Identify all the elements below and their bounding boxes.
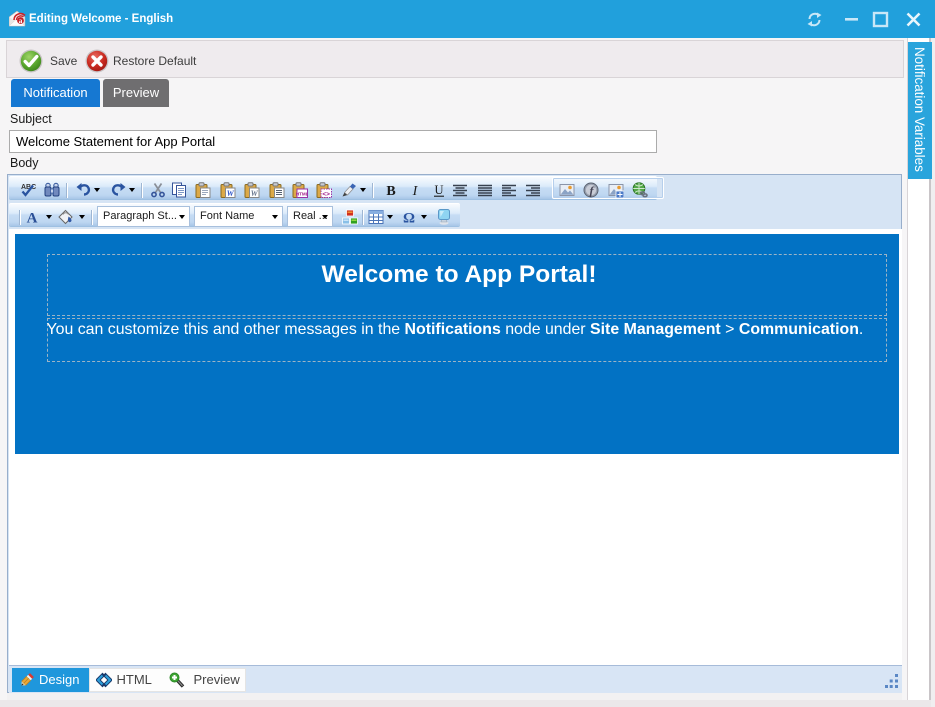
svg-text:W: W	[251, 189, 259, 198]
svg-text:I: I	[412, 184, 419, 198]
svg-text:A: A	[27, 211, 38, 226]
svg-text:U: U	[434, 183, 443, 197]
svg-text:<>: <>	[322, 191, 330, 198]
svg-text:a: a	[19, 16, 23, 25]
svg-text:B: B	[386, 184, 395, 198]
svg-text:W: W	[227, 189, 235, 198]
svg-text:Ω: Ω	[403, 211, 415, 226]
svg-text:HTML: HTML	[296, 192, 308, 197]
